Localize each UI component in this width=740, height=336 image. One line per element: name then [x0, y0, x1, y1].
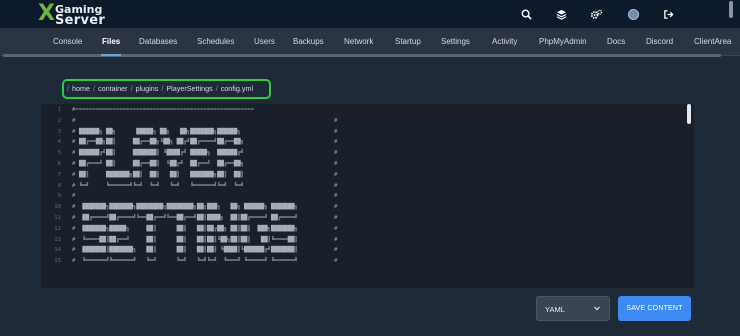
line-number-gutter: 1 2 3 4 5 6 7 8 9 10 11 12 13 14 15: [41, 104, 67, 288]
line-number: 13: [54, 236, 61, 243]
code-comment-hash: #: [72, 215, 76, 221]
cogs-icon[interactable]: [588, 6, 604, 22]
code-comment-hash: #: [72, 128, 76, 135]
logout-icon[interactable]: [660, 6, 676, 22]
breadcrumb-container[interactable]: container: [98, 84, 128, 93]
code-comment-hash: #: [334, 171, 338, 178]
line-number: 6: [57, 161, 61, 167]
ascii-art-line: ██╔══██╗██║ ██╔══██╗╚██╗ ██╔╝██╔════╝██╔…: [79, 139, 245, 146]
code-comment-hash: #: [334, 117, 338, 124]
code-comment-hash: #: [334, 236, 338, 243]
line-number: 2: [57, 117, 61, 124]
tab-network[interactable]: Network: [344, 37, 373, 46]
ascii-art-line: ╚══════╝╚══════╝ ╚═╝ ╚═╝ ╚═╝╚═╝ ╚═══╝ ╚═…: [79, 258, 298, 265]
code-comment-hash: #: [334, 161, 338, 167]
avatar[interactable]: [625, 6, 641, 22]
code-comment-hash: #: [72, 150, 76, 157]
code-comment-hash: #: [72, 258, 76, 265]
code-comment-hash: #: [334, 258, 338, 265]
tab-users[interactable]: Users: [254, 37, 275, 46]
logo-mark: X: [38, 1, 55, 26]
active-tab-indicator: [101, 54, 121, 56]
tab-activity[interactable]: Activity: [492, 37, 517, 46]
line-number: 5: [57, 150, 61, 157]
ascii-art-line: ██████╔╝██║ ███████║ ╚████╔╝ █████╗ ████…: [79, 150, 245, 157]
breadcrumb-plugins[interactable]: plugins: [136, 84, 159, 93]
tab-backups[interactable]: Backups: [293, 37, 324, 46]
top-bar: X Gaming Server: [0, 0, 740, 28]
tab-databases[interactable]: Databases: [139, 37, 177, 46]
line-number: 3: [57, 128, 61, 135]
breadcrumb-home[interactable]: home: [72, 84, 90, 93]
tab-console[interactable]: Console: [53, 37, 82, 46]
code-comment-hash: #: [334, 128, 338, 135]
code-comment-hash: #: [334, 204, 338, 211]
line-number: 10: [54, 204, 61, 211]
ascii-art-line: ███████║███████╗ ██║ ██║ ██║██║ ╚████║╚█…: [79, 247, 298, 254]
ascii-art-line: ╚═╝ ╚══════╝╚═╝ ╚═╝ ╚═╝ ╚══════╝╚═╝ ╚═╝: [79, 182, 245, 189]
language-select[interactable]: YAML: [536, 296, 610, 321]
code-comment-hash: #: [334, 182, 338, 189]
logo[interactable]: X Gaming Server: [38, 1, 128, 28]
tab-schedules[interactable]: Schedules: [197, 37, 234, 46]
tab-files[interactable]: Files: [102, 37, 120, 46]
tab-docs[interactable]: Docs: [607, 37, 625, 46]
tab-discord[interactable]: Discord: [646, 37, 673, 46]
language-select-value: YAML: [545, 305, 565, 314]
ascii-art-line: ██║ ███████╗██║ ██║ ██║ ███████╗██║ ██║: [79, 171, 245, 178]
line-number: 12: [54, 225, 61, 232]
code-comment-hash: #: [72, 171, 76, 178]
ascii-art-line: ██████╗ ██╗ █████╗ ██╗ ██╗███████╗██████…: [79, 128, 241, 135]
line-number: 14: [54, 247, 61, 254]
code-comment-hash: #: [334, 247, 338, 254]
chevron-down-icon: [593, 304, 601, 314]
tab-settings[interactable]: Settings: [441, 37, 470, 46]
avatar-image: [627, 8, 639, 20]
line-number: 7: [57, 171, 61, 178]
editor-scrollbar[interactable]: [687, 104, 691, 124]
line-number: 4: [57, 139, 61, 146]
ascii-art-line: ╚════██║██╔══╝ ██║ ██║ ██║██║╚██╗██║██║ …: [79, 236, 298, 243]
layers-icon[interactable]: [553, 6, 569, 22]
code-editor[interactable]: 1 2 3 4 5 6 7 8 9 10 11 12 13 14 15 #=================…: [41, 104, 694, 288]
line-number: 15: [54, 258, 61, 265]
tab-startup[interactable]: Startup: [395, 37, 421, 46]
line-number: 9: [57, 193, 61, 200]
code-comment-hash: #: [72, 182, 76, 189]
search-icon[interactable]: [518, 6, 534, 22]
code-comment-hash: #: [72, 139, 76, 146]
code-border-line: #=======================================…: [72, 107, 254, 113]
code-comment-hash: #: [334, 225, 338, 232]
code-comment-hash: #: [72, 247, 76, 254]
code-comment-hash: #: [72, 193, 76, 200]
tab-clientarea[interactable]: ClientArea: [694, 37, 731, 46]
tab-phpmyadmin[interactable]: PhpMyAdmin: [539, 37, 587, 46]
ascii-art-line: ███████╗█████╗ ██║ ██║ ██║██╔██╗ ██║██║ …: [79, 225, 298, 232]
breadcrumb: / home / container / plugins / PlayerSettings / c…: [67, 84, 254, 93]
breadcrumb-current-file: config.yml: [220, 84, 254, 93]
server-nav: Console Files Databases Schedules Users …: [0, 28, 740, 56]
ascii-art-line: ██╔════╝██╔════╝╚══██╔══╝╚══██╔══╝██║███…: [79, 215, 298, 221]
line-number: 11: [54, 215, 61, 221]
line-number: 1: [57, 107, 61, 113]
code-comment-hash: #: [72, 117, 76, 124]
line-number: 8: [57, 182, 61, 189]
code-comment-hash: #: [72, 236, 76, 243]
ascii-art-line: ██╔═══╝ ██║ ██╔══██║ ╚██╔╝ ██╔══╝ ██╔══█…: [79, 161, 245, 167]
logo-text-server: Server: [55, 13, 106, 28]
code-comment-hash: #: [72, 204, 76, 211]
code-comment-hash: #: [72, 225, 76, 232]
code-comment-hash: #: [334, 215, 338, 221]
code-comment-hash: #: [334, 193, 338, 200]
code-comment-hash: #: [334, 139, 338, 146]
code-comment-hash: #: [334, 150, 338, 157]
page-scrollbar[interactable]: [729, 1, 733, 18]
code-comment-hash: #: [72, 161, 76, 167]
ascii-art-line: ███████╗███████╗████████╗████████╗██╗███…: [79, 204, 298, 211]
save-content-button[interactable]: SAVE CONTENT: [618, 296, 691, 321]
breadcrumb-playersettings[interactable]: PlayerSettings: [166, 84, 212, 93]
